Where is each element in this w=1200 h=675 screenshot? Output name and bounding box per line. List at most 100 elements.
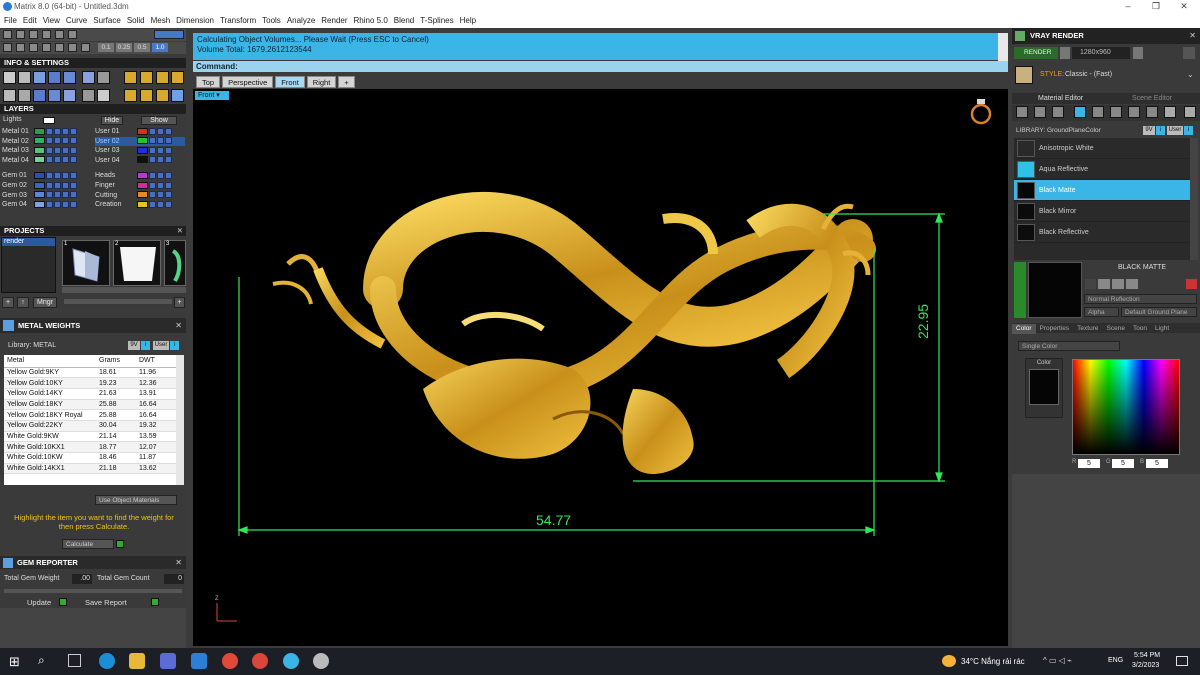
layer-row[interactable]: User 02 bbox=[95, 136, 185, 147]
red-input[interactable]: 5 bbox=[1078, 459, 1100, 468]
reflection-dropdown[interactable]: Normal Reflection bbox=[1084, 294, 1197, 304]
snap-field[interactable]: 0.5 bbox=[134, 43, 150, 52]
tool-icon[interactable] bbox=[3, 89, 16, 102]
chrome-icon[interactable] bbox=[222, 653, 238, 669]
menu-dimension[interactable]: Dimension bbox=[176, 13, 214, 28]
layer-color-swatch[interactable] bbox=[34, 191, 45, 199]
tool-icon[interactable] bbox=[55, 43, 64, 52]
material-nav-arrow[interactable] bbox=[1014, 262, 1026, 318]
menu-tsplines[interactable]: T-Splines bbox=[420, 13, 453, 28]
camera-icon[interactable] bbox=[1060, 47, 1070, 59]
tool-icon[interactable] bbox=[124, 71, 137, 84]
layer-row[interactable]: Cutting bbox=[95, 191, 185, 201]
tool-icon[interactable] bbox=[42, 30, 51, 39]
clock-time[interactable]: 5:54 PM bbox=[1134, 652, 1160, 659]
layer-row[interactable]: Metal 03 bbox=[2, 146, 92, 156]
grid-icon[interactable] bbox=[1074, 106, 1086, 118]
alpha-dropdown[interactable]: Alpha bbox=[1084, 307, 1119, 317]
viewport-label[interactable]: Front ▾ bbox=[195, 91, 229, 100]
tool-icon[interactable] bbox=[16, 30, 25, 39]
use-object-materials-dropdown[interactable]: Use Object Materials bbox=[95, 495, 177, 505]
layer-row[interactable]: Metal 04 bbox=[2, 156, 92, 166]
subtab-color[interactable]: Color bbox=[1012, 324, 1036, 334]
layer-color-swatch[interactable] bbox=[34, 181, 45, 189]
edge-icon[interactable] bbox=[99, 653, 115, 669]
layer-color-swatch[interactable] bbox=[137, 127, 148, 135]
tool-icon[interactable] bbox=[82, 71, 95, 84]
table-row[interactable]: White Gold:9KW 21.14 13.59 bbox=[4, 431, 176, 443]
command-line[interactable]: Command: bbox=[193, 61, 1008, 72]
material-item[interactable]: Anisotropic White bbox=[1014, 138, 1190, 159]
tool-icon[interactable] bbox=[97, 71, 110, 84]
layer-row[interactable]: Gem 03 bbox=[2, 191, 92, 201]
table-row[interactable]: White Gold:10KX1 18.77 12.07 bbox=[4, 441, 176, 453]
calculate-button[interactable]: Calculate bbox=[62, 539, 114, 549]
add-tab-button[interactable]: + bbox=[338, 76, 355, 88]
gem-icon[interactable] bbox=[1034, 106, 1046, 118]
hide-button[interactable]: Hide bbox=[101, 116, 123, 125]
tool-icon[interactable] bbox=[48, 71, 61, 84]
app-icon[interactable] bbox=[283, 653, 299, 669]
layer-row[interactable]: Metal 02 bbox=[2, 137, 92, 147]
gem-slider[interactable] bbox=[4, 589, 182, 593]
layer-color-swatch[interactable] bbox=[137, 156, 148, 164]
tool-icon[interactable] bbox=[171, 89, 184, 102]
settings-icon[interactable] bbox=[1183, 47, 1195, 59]
table-row[interactable]: Yellow Gold:14KY 21.63 13.91 bbox=[4, 388, 176, 400]
pattern-icon[interactable] bbox=[1146, 106, 1158, 118]
layer-color-swatch[interactable] bbox=[34, 137, 45, 145]
layer-color-swatch[interactable] bbox=[137, 137, 148, 145]
layer-row[interactable]: Finger bbox=[95, 181, 185, 191]
close-window-button[interactable]: ✕ bbox=[1170, 0, 1198, 13]
save-icon[interactable] bbox=[1112, 279, 1124, 289]
update-button[interactable]: Update bbox=[27, 598, 51, 607]
weather-text[interactable]: 34°C Nắng rải rác bbox=[961, 657, 1025, 666]
resolution-field[interactable]: 1280x960 bbox=[1072, 47, 1130, 59]
save-go-icon[interactable] bbox=[151, 598, 159, 606]
close-icon[interactable]: ✕ bbox=[1189, 31, 1196, 40]
style-value[interactable]: Classic - (Fast) bbox=[1065, 71, 1112, 78]
menu-curve[interactable]: Curve bbox=[66, 13, 87, 28]
lights-swatch[interactable] bbox=[43, 117, 55, 124]
mail-icon[interactable] bbox=[191, 653, 207, 669]
layer-row[interactable]: Creation bbox=[95, 200, 185, 210]
menu-mesh[interactable]: Mesh bbox=[151, 13, 171, 28]
tool-icon[interactable] bbox=[63, 89, 76, 102]
material-list-scrollbar[interactable] bbox=[1190, 138, 1198, 260]
color-picker-field[interactable] bbox=[1072, 359, 1180, 455]
tool-icon[interactable] bbox=[156, 71, 169, 84]
tile-icon[interactable] bbox=[1128, 106, 1140, 118]
refresh-icon[interactable] bbox=[1186, 279, 1197, 289]
settings-icon[interactable] bbox=[3, 71, 16, 84]
menu-view[interactable]: View bbox=[43, 13, 60, 28]
menu-analyze[interactable]: Analyze bbox=[287, 13, 315, 28]
language-indicator[interactable]: ENG bbox=[1108, 657, 1123, 664]
task-view-icon[interactable] bbox=[68, 654, 81, 667]
tab-scene-editor[interactable]: Scene Editor bbox=[1132, 93, 1172, 104]
minimize-button[interactable]: – bbox=[1114, 0, 1142, 13]
tool-icon[interactable] bbox=[55, 30, 64, 39]
tool-icon[interactable] bbox=[68, 30, 77, 39]
tool-icon[interactable] bbox=[3, 43, 12, 52]
menu-surface[interactable]: Surface bbox=[93, 13, 121, 28]
go-icon[interactable] bbox=[116, 540, 124, 548]
project-thumbnail[interactable]: 1 bbox=[62, 240, 110, 286]
tool-icon[interactable] bbox=[82, 89, 95, 102]
info-icon[interactable]: i bbox=[141, 341, 150, 350]
project-thumbnail[interactable]: 2 bbox=[113, 240, 161, 286]
layer-row[interactable]: User 01 bbox=[95, 127, 185, 137]
add-thumbnail-button[interactable]: + bbox=[174, 297, 185, 308]
table-scrollbar[interactable] bbox=[176, 355, 184, 485]
table-row[interactable]: Yellow Gold:22KY 30.04 19.32 bbox=[4, 420, 176, 432]
table-row[interactable]: Yellow Gold:10KY 19.23 12.36 bbox=[4, 377, 176, 389]
green-input[interactable]: 5 bbox=[1112, 459, 1134, 468]
layer-color-swatch[interactable] bbox=[137, 172, 148, 180]
subtab-toon[interactable]: Toon bbox=[1129, 324, 1151, 334]
table-row[interactable]: White Gold:14KX1 21.18 13.62 bbox=[4, 463, 176, 475]
edit-icon[interactable] bbox=[1085, 279, 1096, 289]
table-row[interactable]: Yellow Gold:9KY 18.61 11.96 bbox=[4, 367, 176, 379]
project-slider[interactable] bbox=[64, 299, 172, 304]
tool-icon[interactable] bbox=[140, 89, 153, 102]
tool-icon[interactable] bbox=[63, 71, 76, 84]
tool-icon[interactable] bbox=[18, 89, 31, 102]
